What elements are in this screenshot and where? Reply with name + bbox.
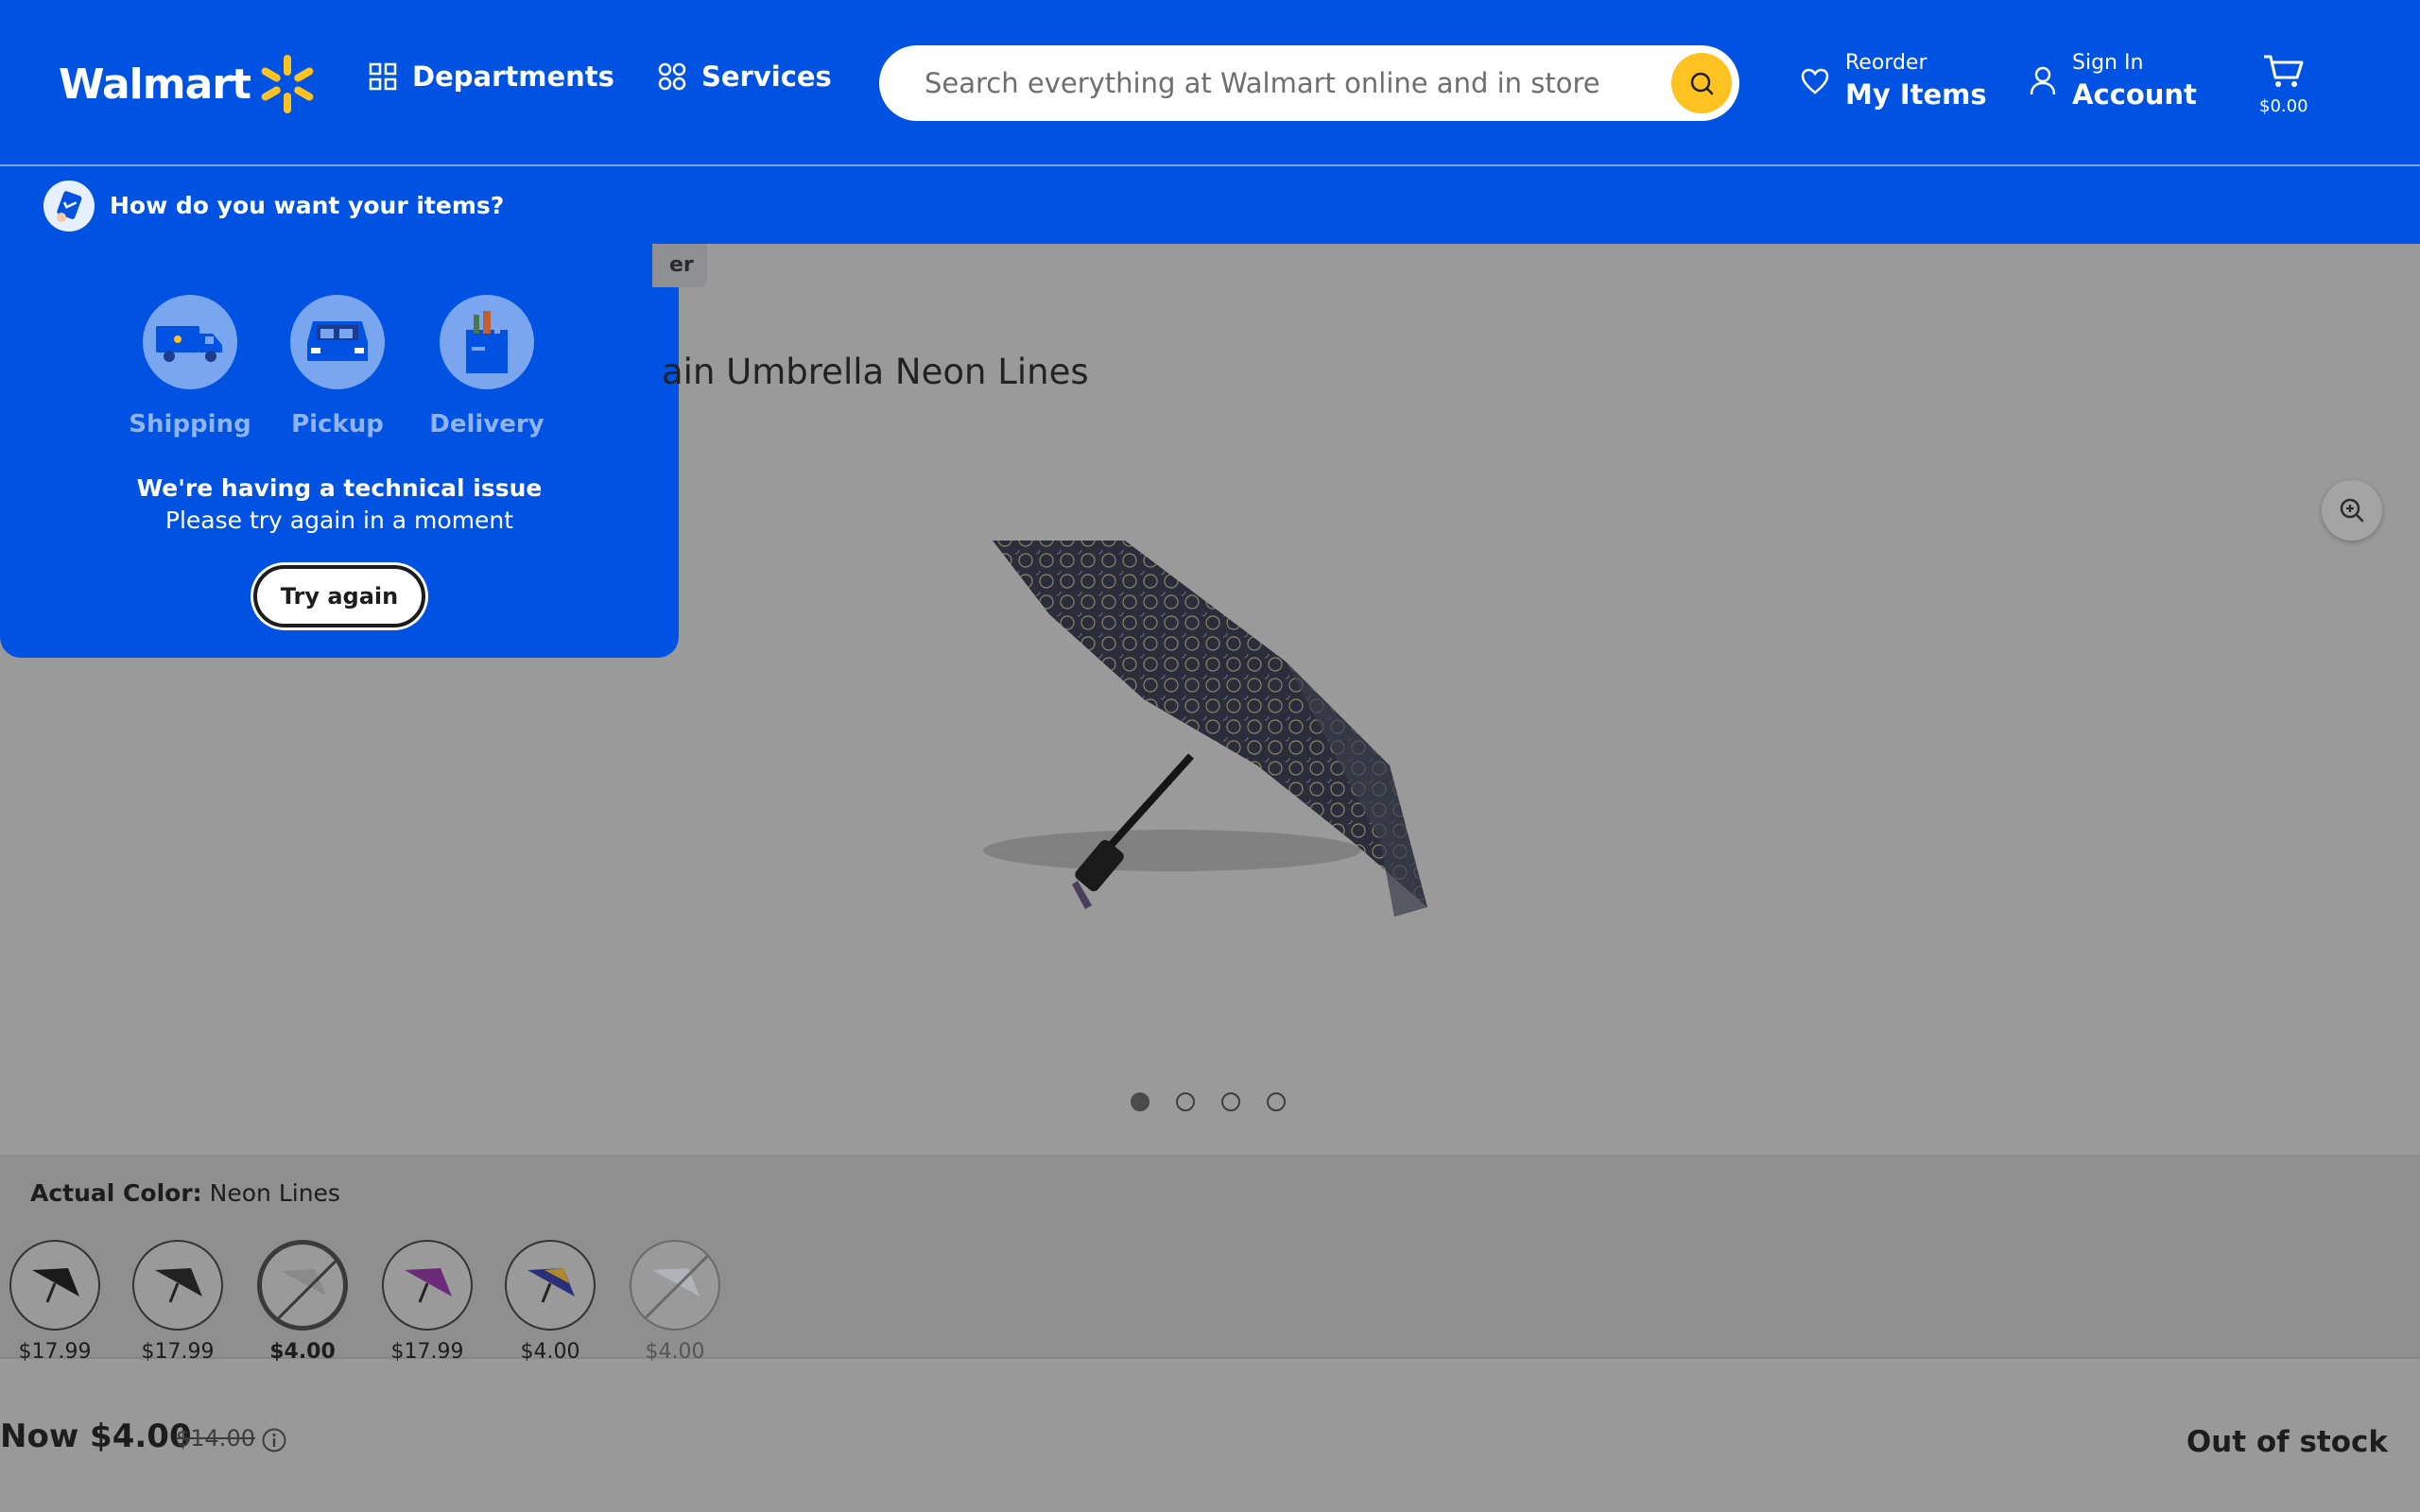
image-pagination bbox=[1131, 1092, 1312, 1111]
services-button[interactable]: Services bbox=[658, 60, 832, 93]
fulfillment-icon bbox=[43, 180, 95, 232]
issue-title: We're having a technical issue bbox=[136, 474, 543, 502]
my-items-label: My Items bbox=[1845, 78, 1987, 111]
color-label: Actual Color: Neon Lines bbox=[30, 1179, 340, 1207]
walmart-logo[interactable]: Walmart bbox=[59, 53, 319, 115]
shipping-label: Shipping bbox=[129, 410, 251, 438]
truck-icon bbox=[143, 295, 237, 389]
search-bar bbox=[879, 45, 1739, 121]
services-icon bbox=[658, 62, 686, 91]
option-delivery[interactable]: Delivery bbox=[416, 295, 558, 438]
site-header: Walmart Departments Services Search ever… bbox=[0, 0, 2420, 166]
color-selector: Actual Color: Neon Lines $17.99 $17.99 $4… bbox=[0, 1155, 2420, 1364]
departments-label: Departments bbox=[412, 60, 614, 93]
grid-icon bbox=[369, 62, 397, 91]
bag-icon bbox=[440, 295, 534, 389]
swatch-image bbox=[382, 1240, 473, 1331]
search-input[interactable] bbox=[925, 45, 1624, 121]
color-swatch[interactable]: $4.00 bbox=[505, 1240, 596, 1364]
color-swatch[interactable]: $4.00 bbox=[630, 1240, 720, 1364]
swatch-image bbox=[630, 1240, 720, 1331]
info-icon[interactable] bbox=[261, 1427, 287, 1453]
cart-icon bbox=[2263, 55, 2304, 87]
image-dot[interactable] bbox=[1176, 1092, 1195, 1111]
car-icon bbox=[290, 295, 385, 389]
image-dot[interactable] bbox=[1221, 1092, 1240, 1111]
color-swatch[interactable]: $17.99 bbox=[382, 1240, 473, 1364]
fulfillment-popover: Shipping Pickup Delivery We're having a … bbox=[0, 244, 679, 658]
image-dot[interactable] bbox=[1131, 1092, 1150, 1111]
issue-subtitle: Please try again in a moment bbox=[164, 507, 514, 534]
zoom-button[interactable] bbox=[2322, 480, 2382, 541]
zoom-in-icon bbox=[2340, 498, 2364, 523]
color-label-key: Actual Color: bbox=[30, 1179, 202, 1207]
search-button[interactable] bbox=[1671, 53, 1732, 113]
swatch-image bbox=[257, 1240, 348, 1331]
departments-button[interactable]: Departments bbox=[369, 60, 614, 93]
swatch-image bbox=[505, 1240, 596, 1331]
stock-status: Out of stock bbox=[2186, 1425, 2388, 1459]
image-dot[interactable] bbox=[1267, 1092, 1286, 1111]
cart-button[interactable]: $0.00 bbox=[2259, 53, 2308, 116]
pickup-label: Pickup bbox=[291, 410, 384, 438]
search-icon bbox=[1690, 72, 1714, 95]
heart-icon bbox=[1801, 68, 1829, 94]
sign-in-label: Sign In bbox=[2072, 51, 2144, 75]
color-swatch[interactable]: $17.99 bbox=[9, 1240, 100, 1364]
product-badge: er bbox=[652, 244, 707, 287]
account-button[interactable]: Sign In Account bbox=[2029, 51, 2197, 111]
was-price: $14.00 bbox=[176, 1425, 255, 1452]
cart-total: $0.00 bbox=[2259, 96, 2308, 116]
option-pickup[interactable]: Pickup bbox=[267, 295, 408, 438]
option-shipping[interactable]: Shipping bbox=[119, 295, 261, 438]
swatch-image bbox=[9, 1240, 100, 1331]
current-price: Now $4.00 bbox=[0, 1418, 192, 1455]
logo-text: Walmart bbox=[59, 60, 251, 109]
services-label: Services bbox=[701, 60, 832, 93]
reorder-label: Reorder bbox=[1845, 51, 1927, 75]
try-again-button[interactable]: Try again bbox=[253, 565, 425, 627]
price-bar: Now $4.00 $14.00 Out of stock bbox=[0, 1361, 2420, 1512]
color-value: Neon Lines bbox=[209, 1179, 340, 1207]
product-title: ain Umbrella Neon Lines bbox=[662, 352, 1089, 392]
account-label: Account bbox=[2072, 78, 2197, 111]
fulfillment-question[interactable]: How do you want your items? bbox=[110, 192, 504, 219]
user-icon bbox=[2030, 66, 2056, 94]
color-swatch[interactable]: $17.99 bbox=[132, 1240, 223, 1364]
color-swatch-selected[interactable]: $4.00 bbox=[257, 1240, 348, 1364]
product-image[interactable] bbox=[974, 529, 1446, 926]
delivery-label: Delivery bbox=[429, 410, 544, 438]
spark-icon bbox=[261, 55, 314, 113]
swatch-image bbox=[132, 1240, 223, 1331]
reorder-my-items[interactable]: Reorder My Items bbox=[1800, 51, 1987, 111]
